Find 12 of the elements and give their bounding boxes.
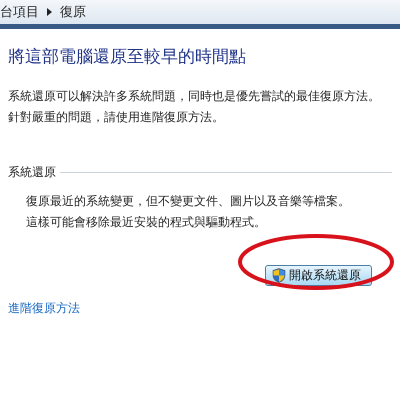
page-title: 將這部電腦還原至較早的時間點 <box>8 46 247 68</box>
breadcrumb-item[interactable]: 復原 <box>60 3 86 21</box>
intro-text: 針對嚴重的問題，請使用進階復原方法。 <box>8 109 225 126</box>
section-text: 這樣可能會移除最近安裝的程式與驅動程式。 <box>26 214 267 231</box>
system-restore-button[interactable]: 開啟系統還原 <box>265 265 372 286</box>
section-text: 復原最近的系統變更，但不變更文件、圖片以及音樂等檔案。 <box>26 193 351 210</box>
section-heading: 系統還原 <box>8 164 56 181</box>
breadcrumb-item[interactable]: 台項目 <box>0 3 39 21</box>
shield-icon <box>272 268 286 283</box>
intro-text: 系統還原可以解決許多系統問題，同時也是優先嘗試的最佳復原方法。 <box>8 88 381 105</box>
arrow-icon <box>47 8 52 16</box>
advanced-recovery-link[interactable]: 進階復原方法 <box>8 300 392 317</box>
